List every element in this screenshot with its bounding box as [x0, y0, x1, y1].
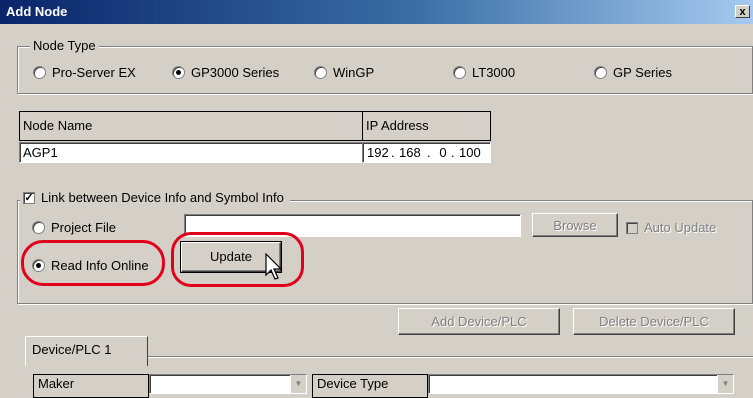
browse-button[interactable]: Browse: [532, 213, 618, 237]
add-device-plc-button[interactable]: Add Device/PLC: [398, 308, 560, 335]
auto-update-checkbox-row[interactable]: Auto Update: [626, 220, 716, 235]
ip-octet-4[interactable]: 100: [459, 145, 485, 160]
mouse-cursor-icon: [265, 253, 283, 280]
radio-gp3000-series-indicator[interactable]: [172, 66, 185, 79]
ip-address-header: IP Address: [362, 111, 491, 141]
link-checkbox[interactable]: ✓: [23, 191, 35, 204]
tab-device-plc-1[interactable]: Device/PLC 1: [25, 336, 148, 366]
radio-lt3000-indicator[interactable]: [453, 66, 466, 79]
project-file-path-input[interactable]: [184, 214, 521, 237]
device-type-label: Device Type: [312, 374, 428, 398]
window-title: Add Node: [6, 4, 68, 19]
device-type-dropdown[interactable]: ▼: [428, 374, 734, 394]
radio-project-file-label: Project File: [51, 220, 117, 235]
radio-lt3000[interactable]: LT3000: [453, 65, 515, 80]
tab-strip-line: [147, 356, 753, 358]
radio-read-info-online-label: Read Info Online: [51, 258, 149, 273]
delete-device-plc-button[interactable]: Delete Device/PLC: [573, 308, 735, 335]
radio-pro-server-ex-indicator[interactable]: [33, 66, 46, 79]
radio-gp3000-series[interactable]: GP3000 Series: [172, 65, 279, 80]
radio-gp-series-indicator[interactable]: [594, 66, 607, 79]
chevron-down-icon[interactable]: ▼: [717, 375, 733, 393]
auto-update-checkbox[interactable]: [626, 221, 638, 234]
radio-wingp[interactable]: WinGP: [314, 65, 374, 80]
radio-lt3000-label: LT3000: [472, 65, 516, 80]
ip-dot: .: [427, 145, 431, 160]
close-button[interactable]: x: [735, 5, 750, 18]
radio-wingp-indicator[interactable]: [314, 66, 327, 79]
radio-project-file[interactable]: Project File: [32, 220, 116, 235]
radio-gp3000-series-label: GP3000 Series: [191, 65, 280, 80]
chevron-down-icon[interactable]: ▼: [290, 375, 306, 393]
title-bar: [0, 0, 753, 24]
radio-gp-series[interactable]: GP Series: [594, 65, 672, 80]
radio-wingp-label: WinGP: [333, 65, 375, 80]
radio-pro-server-ex-label: Pro-Server EX: [52, 65, 136, 80]
node-name-value: AGP1: [23, 145, 58, 160]
radio-pro-server-ex[interactable]: Pro-Server EX: [33, 65, 136, 80]
ip-octet-2[interactable]: 168: [399, 145, 427, 160]
radio-project-file-indicator[interactable]: [32, 221, 45, 234]
radio-read-info-online-indicator[interactable]: [32, 259, 45, 272]
auto-update-label: Auto Update: [644, 220, 717, 235]
node-name-header: Node Name: [19, 111, 363, 141]
radio-gp-series-label: GP Series: [613, 65, 673, 80]
node-type-legend: Node Type: [30, 38, 99, 53]
link-checkbox-row[interactable]: ✓ Link between Device Info and Symbol In…: [20, 190, 290, 205]
ip-octet-1[interactable]: 192: [367, 145, 391, 160]
maker-label: Maker: [33, 374, 149, 398]
ip-dot: .: [451, 145, 455, 160]
link-checkbox-label: Link between Device Info and Symbol Info: [41, 190, 284, 205]
ip-address-field[interactable]: 192 . 168 . 0 . 100: [362, 142, 491, 163]
node-name-field[interactable]: AGP1: [19, 142, 363, 163]
ip-dot: .: [391, 145, 395, 160]
radio-read-info-online[interactable]: Read Info Online: [32, 258, 149, 273]
maker-dropdown[interactable]: ▼: [149, 374, 307, 394]
ip-octet-3[interactable]: 0: [435, 145, 451, 160]
